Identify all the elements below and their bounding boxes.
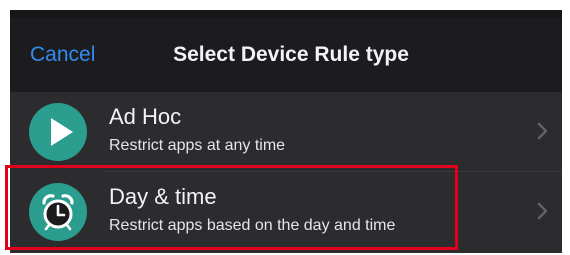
- page-title-wrap: Select Device Rule type: [10, 43, 562, 67]
- play-icon-graphic: [51, 118, 73, 146]
- alarm-clock-icon-graphic: [42, 194, 74, 231]
- header: Cancel Select Device Rule type: [10, 18, 562, 88]
- rule-type-list: Ad Hoc Restrict apps at any time Day & t…: [10, 92, 562, 253]
- rule-type-subtitle: Restrict apps at any time: [109, 137, 286, 154]
- rule-type-title: Day & time: [109, 184, 217, 209]
- rule-type-title: Ad Hoc: [109, 104, 182, 129]
- chevron-right-icon: [537, 122, 548, 140]
- alarm-clock-icon: [29, 183, 87, 241]
- rule-type-screen: Cancel Select Device Rule type Ad Hoc Re…: [10, 10, 562, 253]
- rule-type-day-time[interactable]: Day & time Restrict apps based on the da…: [10, 172, 562, 251]
- play-icon: [29, 103, 87, 161]
- chevron-right-icon: [537, 202, 548, 220]
- rule-type-ad-hoc[interactable]: Ad Hoc Restrict apps at any time: [10, 92, 562, 172]
- rule-type-subtitle: Restrict apps based on the day and time: [109, 217, 396, 234]
- status-bar-edge: [10, 10, 562, 18]
- page-title: Select Device Rule type: [173, 43, 409, 66]
